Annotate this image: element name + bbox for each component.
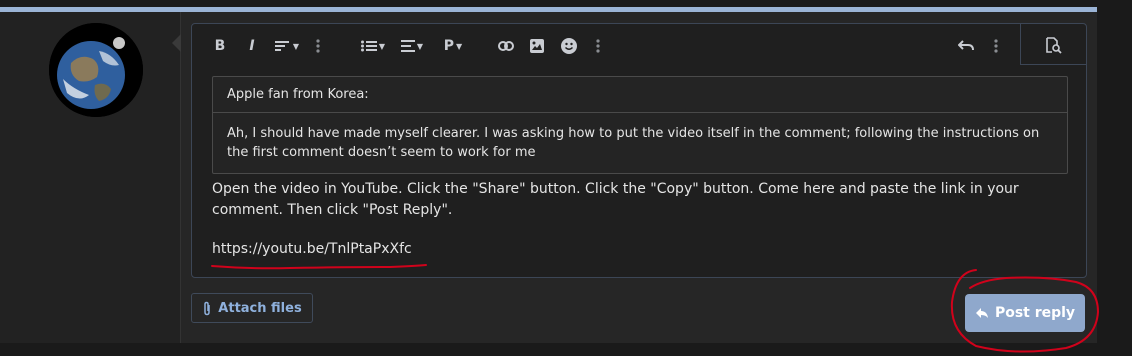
quote-author[interactable]: Apple fan from Korea: <box>213 77 1067 113</box>
paragraph-label: P <box>443 38 455 54</box>
preview-icon <box>1046 37 1062 54</box>
reply-body-text[interactable]: Open the video in YouTube. Click the "Sh… <box>212 179 1067 221</box>
paperclip-icon <box>204 301 211 315</box>
italic-icon[interactable]: I <box>245 37 259 55</box>
earth-image <box>49 23 143 117</box>
speech-arrow <box>172 34 181 52</box>
more-vertical-icon[interactable] <box>595 37 601 55</box>
text-format-icon[interactable]: ▼ <box>272 37 302 55</box>
preview-toggle[interactable] <box>1020 24 1086 65</box>
quoted-post: Apple fan from Korea: Ah, I should have … <box>212 76 1068 174</box>
paragraph-icon[interactable]: P ▼ <box>440 37 466 55</box>
red-circle-annotation <box>950 269 1100 353</box>
align-icon[interactable]: ▼ <box>397 37 427 55</box>
red-underline-annotation <box>211 264 427 270</box>
editor-toolbar: B I ▼ ▼ ▼ P ▼ <box>192 24 1086 66</box>
undo-icon[interactable] <box>957 37 975 55</box>
bold-icon[interactable]: B <box>212 37 228 55</box>
list-icon[interactable]: ▼ <box>358 37 388 55</box>
quote-text: Ah, I should have made myself clearer. I… <box>227 126 1040 160</box>
image-icon[interactable] <box>529 37 545 55</box>
emoji-icon[interactable] <box>561 37 577 55</box>
more-vertical-icon[interactable] <box>315 37 321 55</box>
attach-files-label: Attach files <box>218 300 302 316</box>
more-vertical-icon[interactable] <box>993 37 999 55</box>
link-icon[interactable] <box>497 37 515 55</box>
reply-editor[interactable]: B I ▼ ▼ ▼ P ▼ Apple fan from Korea: Ah, … <box>191 23 1087 278</box>
avatar[interactable] <box>49 23 143 117</box>
attach-files-button[interactable]: Attach files <box>191 293 313 323</box>
reply-link[interactable]: https://youtu.be/TnlPtaPxXfc <box>212 239 412 260</box>
